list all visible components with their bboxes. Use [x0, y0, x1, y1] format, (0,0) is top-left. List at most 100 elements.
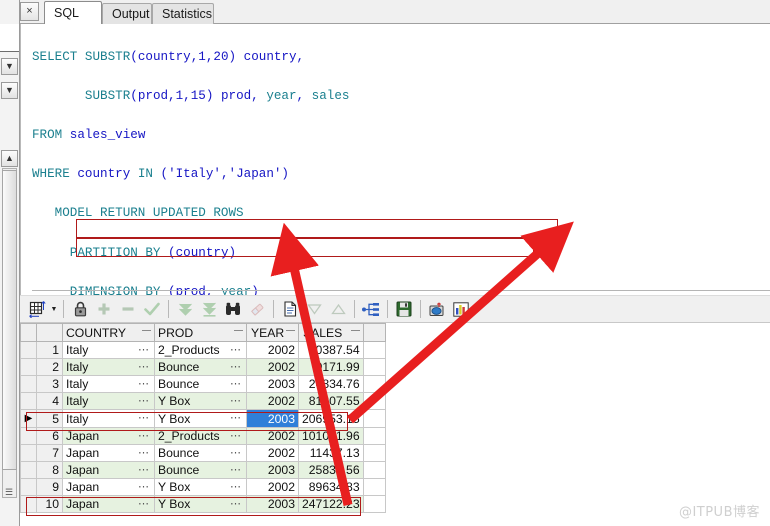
cell-year[interactable]: 2002: [246, 478, 299, 496]
cell-sales[interactable]: 90387.54: [298, 341, 364, 359]
find-binoculars-icon[interactable]: [222, 298, 244, 320]
grid-layout-icon[interactable]: [26, 298, 48, 320]
cell-prod[interactable]: Y Box ⋯: [154, 409, 247, 428]
cell-year[interactable]: 2002: [246, 392, 299, 410]
cell-prod[interactable]: Bounce ⋯: [154, 358, 247, 376]
cell-sales[interactable]: 247122.23: [298, 495, 364, 513]
remove-row-icon[interactable]: [117, 298, 139, 320]
cell-sales[interactable]: 11437.13: [298, 444, 364, 462]
cell-country[interactable]: Italy ⋯: [62, 358, 155, 376]
cell-sales[interactable]: 206953.15: [298, 409, 364, 428]
table-row[interactable]: 1 Italy ⋯ 2_Products ⋯ 2002 90387.54: [20, 341, 386, 359]
table-row[interactable]: 7 Japan ⋯ Bounce ⋯ 2002 11437.13: [20, 444, 386, 462]
cell-country[interactable]: Italy ⋯: [62, 375, 155, 393]
table-row[interactable]: 8 Japan ⋯ Bounce ⋯ 2003 25835.56: [20, 461, 386, 479]
table-row[interactable]: 4 Italy ⋯ Y Box ⋯ 2002 81207.55: [20, 392, 386, 410]
cell-prod[interactable]: 2_Products ⋯: [154, 341, 247, 359]
cell-country[interactable]: Japan ⋯: [62, 444, 155, 462]
row-selector[interactable]: [20, 478, 37, 496]
header-year[interactable]: YEAR: [246, 323, 299, 342]
filter-up-icon[interactable]: [327, 298, 349, 320]
fetch-next-icon[interactable]: [174, 298, 196, 320]
cell-country[interactable]: Italy ⋯: [62, 341, 155, 359]
cell-prod[interactable]: Bounce ⋯: [154, 461, 247, 479]
cell-year[interactable]: 2003: [246, 495, 299, 513]
gutter-scrollbar-thumb[interactable]: [2, 170, 17, 470]
cell-country[interactable]: Italy ⋯: [62, 392, 155, 410]
close-icon[interactable]: ×: [20, 2, 39, 21]
cell-sales[interactable]: 20834.76: [298, 375, 364, 393]
gutter-scroll-down-2[interactable]: ▼: [1, 82, 18, 99]
cell-country[interactable]: Japan ⋯: [62, 495, 155, 513]
cell-year[interactable]: 2002: [246, 444, 299, 462]
cell-sales[interactable]: 25835.56: [298, 461, 364, 479]
sql-editor-panel[interactable]: SELECT SUBSTR(country,1,20) country, SUB…: [20, 24, 770, 526]
tab-output[interactable]: Output: [102, 3, 152, 24]
row-selector[interactable]: [20, 495, 37, 513]
grid-layout-dropdown[interactable]: ▼: [49, 298, 59, 320]
row-selector[interactable]: [20, 461, 37, 479]
table-row[interactable]: 2 Italy ⋯ Bounce ⋯ 2002 9171.99: [20, 358, 386, 376]
table-row[interactable]: 10 Japan ⋯ Y Box ⋯ 2003 247122.23: [20, 495, 386, 513]
sql-code-area[interactable]: SELECT SUBSTR(country,1,20) country, SUB…: [32, 28, 770, 526]
chart-dropdown[interactable]: ▼: [473, 298, 483, 320]
export-data-icon[interactable]: [426, 298, 448, 320]
header-sales-resize[interactable]: [350, 330, 360, 331]
tab-sql[interactable]: SQL: [44, 1, 102, 24]
results-grid[interactable]: COUNTRY PROD YEAR SALES 1 Italy ⋯ 2_Produ…: [20, 323, 770, 526]
chart-icon[interactable]: [450, 298, 472, 320]
lock-icon[interactable]: [69, 298, 91, 320]
tab-statistics[interactable]: Statistics: [152, 3, 214, 24]
row-selector[interactable]: [20, 427, 37, 445]
add-row-icon[interactable]: [93, 298, 115, 320]
cell-prod[interactable]: 2_Products ⋯: [154, 427, 247, 445]
cell-prod[interactable]: Y Box ⋯: [154, 392, 247, 410]
header-country-resize[interactable]: [142, 330, 151, 331]
table-row[interactable]: 6 Japan ⋯ 2_Products ⋯ 2002 101071.96: [20, 427, 386, 445]
row-selector[interactable]: [20, 444, 37, 462]
cell-prod[interactable]: Y Box ⋯: [154, 495, 247, 513]
cell-year[interactable]: 2002: [246, 358, 299, 376]
cell-prod[interactable]: Bounce ⋯: [154, 444, 247, 462]
table-row[interactable]: 3 Italy ⋯ Bounce ⋯ 2003 20834.76: [20, 375, 386, 393]
row-number: 9: [36, 478, 63, 496]
row-selector[interactable]: [20, 375, 37, 393]
header-prod[interactable]: PROD: [154, 323, 247, 342]
gutter-scroll-down-1[interactable]: ▼: [1, 58, 18, 75]
header-sales[interactable]: SALES: [298, 323, 364, 342]
eraser-icon[interactable]: [246, 298, 268, 320]
header-year-resize[interactable]: [286, 330, 295, 331]
cell-year-selected[interactable]: 2003: [246, 409, 299, 428]
header-country[interactable]: COUNTRY: [62, 323, 155, 342]
row-selector-current[interactable]: ▶: [20, 409, 37, 428]
cell-sales[interactable]: 101071.96: [298, 427, 364, 445]
cell-country[interactable]: Japan ⋯: [62, 427, 155, 445]
cell-year[interactable]: 2003: [246, 375, 299, 393]
cell-country[interactable]: Japan ⋯: [62, 478, 155, 496]
gutter-scroll-up[interactable]: ▲: [1, 150, 18, 167]
fetch-all-icon[interactable]: [198, 298, 220, 320]
cell-country-text: Japan: [66, 497, 100, 511]
commit-check-icon[interactable]: [141, 298, 163, 320]
cell-year[interactable]: 2002: [246, 427, 299, 445]
filter-down-icon[interactable]: [303, 298, 325, 320]
cell-overflow-icon: ⋯: [138, 481, 150, 493]
cell-country[interactable]: Italy ⋯: [62, 409, 155, 428]
cell-sales[interactable]: 81207.55: [298, 392, 364, 410]
cell-sales[interactable]: 89634.83: [298, 478, 364, 496]
cell-prod[interactable]: Y Box ⋯: [154, 478, 247, 496]
table-row-selected[interactable]: ▶ 5 Italy ⋯ Y Box ⋯ 2003 206953.15: [20, 409, 386, 428]
cell-country[interactable]: Japan ⋯: [62, 461, 155, 479]
save-icon[interactable]: [393, 298, 415, 320]
single-record-icon[interactable]: [279, 298, 301, 320]
header-prod-resize[interactable]: [234, 330, 243, 331]
table-row[interactable]: 9 Japan ⋯ Y Box ⋯ 2002 89634.83: [20, 478, 386, 496]
row-selector[interactable]: [20, 358, 37, 376]
cell-prod[interactable]: Bounce ⋯: [154, 375, 247, 393]
cell-year[interactable]: 2003: [246, 461, 299, 479]
row-selector[interactable]: [20, 392, 37, 410]
cell-year[interactable]: 2002: [246, 341, 299, 359]
cell-sales[interactable]: 9171.99: [298, 358, 364, 376]
row-selector[interactable]: [20, 341, 37, 359]
explain-plan-icon[interactable]: [360, 298, 382, 320]
